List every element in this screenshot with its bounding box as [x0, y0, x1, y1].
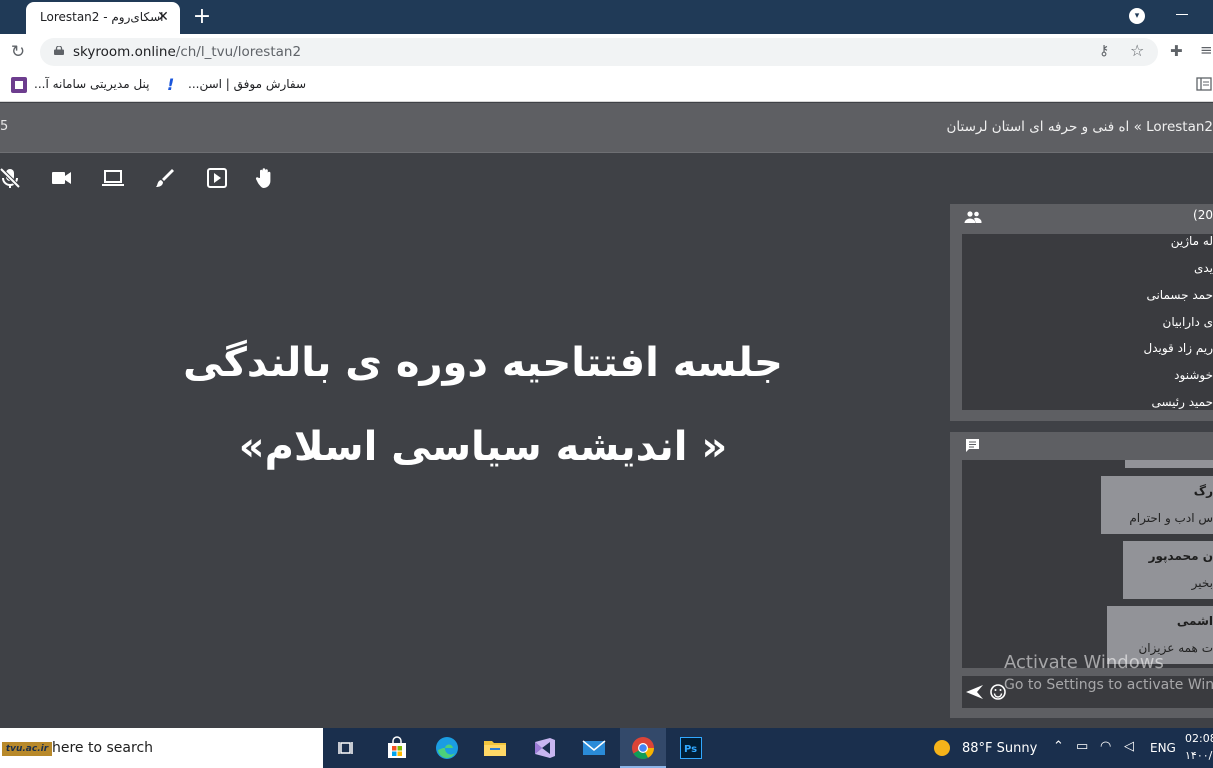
activate-windows-hint: Go to Settings to activate Wind	[1004, 677, 1213, 693]
play-media-icon[interactable]	[206, 167, 228, 189]
room-title: Lorestan2 » اه فنی و حرفه ای استان لرستا…	[946, 119, 1213, 135]
edge-icon[interactable]	[434, 735, 460, 761]
url-text: skyroom.online/ch/l_tvu/lorestan2	[73, 44, 301, 60]
bookmarks-bar: پنل مدیریتی سامانه آ... ! سفارش موفق | ا…	[0, 70, 1213, 102]
svg-text:Ps: Ps	[684, 744, 697, 755]
url-path: /ch/l_tvu/lorestan2	[175, 44, 302, 60]
weather-sun-icon[interactable]	[934, 740, 950, 756]
task-view-icon[interactable]	[334, 735, 360, 761]
lock-icon[interactable]	[54, 46, 64, 55]
minimize-icon[interactable]	[1176, 14, 1188, 15]
chrome-icon[interactable]	[630, 735, 656, 761]
bookmark-favicon-icon[interactable]	[11, 77, 27, 93]
brush-icon[interactable]	[154, 167, 176, 189]
room-header: 5 Lorestan2 » اه فنی و حرفه ای استان لرس…	[0, 103, 1213, 153]
clock-time[interactable]: 02:08	[1185, 732, 1213, 745]
network-icon[interactable]: ◠	[1100, 739, 1111, 754]
bookmark-star-icon[interactable]: ☆	[1130, 41, 1144, 60]
users-panel: (20 له ماژین یدی حمد جسمانی ی دارابیان ر…	[950, 204, 1213, 421]
new-tab-button[interactable]: +	[190, 4, 214, 30]
mic-off-icon[interactable]	[0, 167, 22, 189]
raise-hand-icon[interactable]	[254, 167, 276, 189]
activate-windows-watermark: Activate Windows	[1004, 652, 1164, 673]
file-explorer-icon[interactable]	[482, 735, 508, 761]
reload-icon[interactable]: ↻	[8, 42, 28, 62]
photoshop-icon[interactable]: Ps	[678, 735, 704, 761]
users-list[interactable]: له ماژین یدی حمد جسمانی ی دارابیان ریم ز…	[962, 234, 1213, 410]
chat-message-text: بخیر	[1191, 576, 1213, 590]
chat-message-sender: اشمی	[1176, 614, 1213, 628]
users-icon	[964, 211, 982, 223]
search-placeholder: here to search	[52, 740, 154, 756]
screen-share-icon[interactable]	[102, 167, 124, 189]
chat-icon	[966, 439, 979, 452]
menu-icon[interactable]: ≡	[1200, 41, 1213, 59]
taskbar-search[interactable]: tvu.ac.ir here to search	[0, 728, 323, 768]
send-icon[interactable]	[966, 685, 984, 699]
mail-icon[interactable]	[581, 735, 607, 761]
key-icon[interactable]: ⚷	[1099, 43, 1109, 59]
bookmark-favicon-icon[interactable]: !	[167, 75, 174, 94]
browser-tab-strip: اسکای‌روم - Lorestan2 ✕ + ▾	[0, 0, 1213, 34]
chat-message-sender: رگ	[1193, 484, 1213, 498]
reading-list-icon[interactable]	[1196, 76, 1212, 92]
chat-message: ن محمدپور بخیر	[1123, 541, 1213, 599]
chat-message: رگ س ادب و احترام	[1101, 476, 1213, 534]
user-item[interactable]: ی دارابیان	[1163, 315, 1213, 329]
user-item[interactable]: حمد جسمانی	[1146, 288, 1213, 302]
users-panel-header: (20	[950, 204, 1213, 230]
tab-close-icon[interactable]: ✕	[154, 8, 172, 26]
visual-studio-icon[interactable]	[532, 735, 558, 761]
slide-title-line-1: جلسه افتتاحیه دوره ی بالندگی	[183, 340, 783, 386]
tvu-logo: tvu.ac.ir	[2, 742, 52, 756]
windows-taskbar: tvu.ac.ir here to search Ps 88°F Sunny ⌃…	[0, 728, 1213, 768]
clock-date[interactable]: ۱۴۰۰/۰	[1185, 749, 1213, 762]
extensions-icon[interactable]: ✚	[1170, 42, 1183, 60]
tray-chevron-up-icon[interactable]: ⌃	[1053, 739, 1064, 754]
taskbar-active-app[interactable]	[620, 728, 666, 768]
user-item[interactable]: خوشنود	[1174, 368, 1213, 382]
slide-title-line-2: « اندیشه سیاسی اسلام»	[238, 424, 728, 470]
browser-tab[interactable]: اسکای‌روم - Lorestan2 ✕	[26, 2, 180, 34]
microsoft-store-icon[interactable]	[384, 735, 410, 761]
user-item[interactable]: ریم زاد قویدل	[1143, 341, 1213, 355]
address-bar[interactable]: skyroom.online/ch/l_tvu/lorestan2 ⚷ ☆	[40, 38, 1158, 66]
chat-message	[1125, 460, 1213, 468]
users-count: (20	[1193, 208, 1213, 222]
weather-text[interactable]: 88°F Sunny	[962, 741, 1037, 756]
language-indicator[interactable]: ENG	[1150, 741, 1176, 755]
chat-message-sender: ن محمدپور	[1148, 549, 1213, 563]
chat-message-text: س ادب و احترام	[1129, 511, 1213, 525]
battery-icon[interactable]: ▭	[1076, 739, 1088, 754]
user-item[interactable]: حمید رئیسی	[1151, 395, 1213, 409]
user-item[interactable]: له ماژین	[1171, 234, 1213, 248]
browser-toolbar: ↻ skyroom.online/ch/l_tvu/lorestan2 ⚷ ☆ …	[0, 34, 1213, 70]
bookmark-item[interactable]: سفارش موفق | اسن...	[188, 77, 306, 91]
tab-title: اسکای‌روم - Lorestan2	[40, 10, 164, 24]
header-number: 5	[0, 119, 9, 134]
volume-icon[interactable]: ◁	[1124, 739, 1134, 754]
chat-messages[interactable]: رگ س ادب و احترام ن محمدپور بخیر اشمی ت …	[962, 460, 1213, 668]
url-host: skyroom.online	[73, 44, 176, 60]
bookmark-item[interactable]: پنل مدیریتی سامانه آ...	[34, 77, 150, 91]
tab-search-icon[interactable]: ▾	[1129, 8, 1145, 24]
chat-panel: رگ س ادب و احترام ن محمدپور بخیر اشمی ت …	[950, 432, 1213, 718]
camera-icon[interactable]	[50, 167, 72, 189]
user-item[interactable]: یدی	[1194, 261, 1213, 275]
